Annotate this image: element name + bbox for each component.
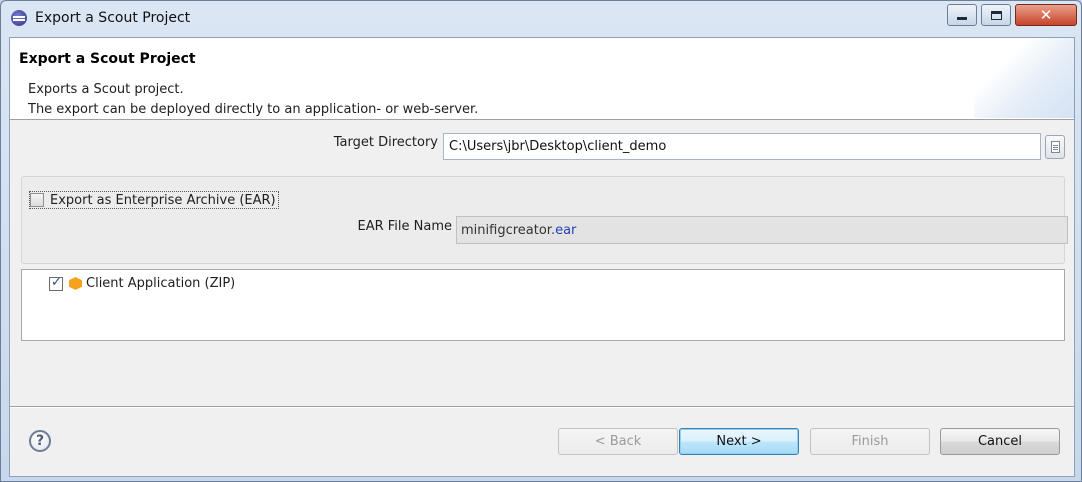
- ear-file-name-input: minifigcreator.ear: [456, 216, 1068, 244]
- dialog-window: Export a Scout Project ✕ Export a Scout …: [0, 0, 1082, 482]
- wizard-header: Export a Scout Project Exports a Scout p…: [10, 38, 1074, 120]
- eclipse-app-icon: [11, 10, 27, 26]
- next-button[interactable]: Next >: [679, 428, 799, 455]
- window-title: Export a Scout Project: [35, 10, 191, 26]
- help-icon[interactable]: ?: [29, 430, 51, 452]
- cancel-button[interactable]: Cancel: [940, 428, 1060, 455]
- back-button[interactable]: < Back: [558, 428, 678, 455]
- maximize-button[interactable]: [981, 4, 1011, 26]
- ear-file-name-label: EAR File Name: [357, 219, 452, 234]
- minimize-icon: [957, 16, 967, 20]
- title-bar[interactable]: Export a Scout Project ✕: [1, 1, 1081, 37]
- tree-item-label[interactable]: Client Application (ZIP): [86, 276, 235, 291]
- ear-file-name-extension: .ear: [550, 223, 577, 238]
- client-application-checkbox[interactable]: [49, 275, 63, 291]
- tree-item-client-application[interactable]: Client Application (ZIP): [49, 275, 235, 291]
- minimize-button[interactable]: [947, 4, 977, 26]
- page-description-line1: Exports a Scout project.: [28, 82, 184, 97]
- maximize-icon: [990, 10, 1002, 20]
- target-directory-label: Target Directory: [333, 135, 438, 150]
- ear-checkbox-label[interactable]: Export as Enterprise Archive (EAR): [50, 193, 276, 208]
- document-icon: [1051, 141, 1060, 153]
- page-description-line2: The export can be deployed directly to a…: [28, 102, 479, 117]
- ear-checkbox-row[interactable]: Export as Enterprise Archive (EAR): [29, 191, 279, 209]
- ear-options-group: Export as Enterprise Archive (EAR) EAR F…: [21, 176, 1068, 264]
- ear-file-name-base: minifigcreator: [461, 223, 551, 238]
- ear-checkbox[interactable]: [30, 193, 44, 207]
- browse-button[interactable]: [1045, 135, 1065, 159]
- target-directory-input[interactable]: C:\Users\jbr\Desktop\client_demo: [443, 133, 1041, 160]
- export-items-tree: Client Application (ZIP): [21, 269, 1065, 341]
- dialog-content: Export a Scout Project Exports a Scout p…: [9, 37, 1075, 477]
- header-banner-graphic: [974, 38, 1074, 118]
- button-bar-separator: [10, 406, 1074, 408]
- close-icon: ✕: [1039, 5, 1053, 24]
- close-button[interactable]: ✕: [1015, 4, 1077, 26]
- page-title: Export a Scout Project: [19, 51, 196, 67]
- zip-package-icon: [69, 277, 82, 290]
- finish-button[interactable]: Finish: [810, 428, 930, 455]
